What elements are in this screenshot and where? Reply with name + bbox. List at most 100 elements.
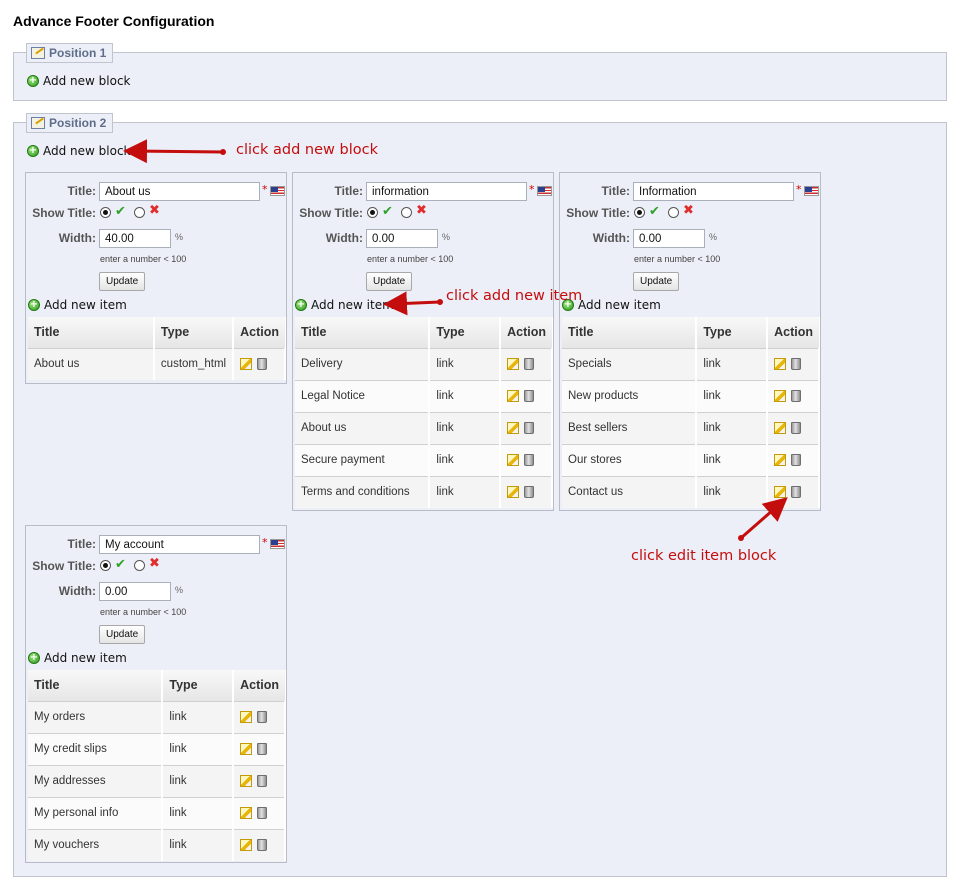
show-title-no-radio[interactable] bbox=[134, 560, 145, 571]
add-new-item-button[interactable]: + Add new item bbox=[295, 298, 394, 312]
required-marker: * bbox=[796, 183, 802, 196]
item-type: link bbox=[696, 443, 769, 476]
title-input[interactable] bbox=[366, 182, 527, 201]
required-marker: * bbox=[262, 183, 268, 196]
trash-icon[interactable] bbox=[791, 486, 802, 499]
item-actions bbox=[233, 700, 286, 733]
show-title-yes-radio[interactable] bbox=[634, 207, 645, 218]
items-table: Title Type Action Delivery link Legal No… bbox=[295, 317, 553, 508]
add-circle-icon: + bbox=[295, 299, 307, 311]
width-hint: enter a number < 100 bbox=[100, 607, 187, 617]
trash-icon[interactable] bbox=[791, 358, 802, 370]
edit-icon[interactable] bbox=[774, 422, 787, 434]
width-input[interactable] bbox=[99, 229, 171, 248]
update-button[interactable]: Update bbox=[99, 272, 146, 291]
update-button[interactable]: Update bbox=[99, 625, 146, 644]
item-actions bbox=[500, 379, 553, 412]
table-row: About us link bbox=[295, 411, 553, 444]
item-actions bbox=[500, 443, 553, 476]
title-input[interactable] bbox=[99, 535, 260, 554]
edit-icon[interactable] bbox=[507, 422, 520, 434]
edit-icon[interactable] bbox=[774, 454, 787, 466]
trash-icon[interactable] bbox=[791, 390, 802, 402]
item-title: My addresses bbox=[28, 764, 164, 797]
flag-us-icon[interactable] bbox=[270, 186, 285, 196]
table-row: My personal info link bbox=[28, 796, 286, 829]
trash-icon[interactable] bbox=[257, 358, 268, 371]
show-title-label: Show Title: bbox=[299, 206, 363, 220]
show-title-no-radio[interactable] bbox=[134, 207, 145, 218]
table-row: Delivery link bbox=[295, 347, 553, 380]
title-label: Title: bbox=[67, 537, 96, 551]
show-title-yes-radio[interactable] bbox=[100, 207, 111, 218]
trash-icon[interactable] bbox=[791, 422, 802, 434]
footer-block: Title: * Show Title: ✔ ✖ Width: % enter … bbox=[25, 172, 287, 384]
table-row: My orders link bbox=[28, 700, 286, 733]
item-title: Secure payment bbox=[295, 443, 431, 476]
annotation-edit-item: click edit item block bbox=[631, 548, 777, 564]
edit-icon[interactable] bbox=[774, 358, 787, 370]
update-button[interactable]: Update bbox=[633, 272, 680, 291]
edit-icon[interactable] bbox=[240, 743, 253, 755]
edit-icon[interactable] bbox=[774, 486, 787, 499]
trash-icon[interactable] bbox=[524, 358, 535, 370]
edit-icon[interactable] bbox=[507, 486, 520, 499]
width-input[interactable] bbox=[366, 229, 438, 248]
flag-us-icon[interactable] bbox=[270, 539, 285, 549]
edit-icon[interactable] bbox=[240, 775, 253, 787]
item-type: link bbox=[162, 700, 235, 733]
trash-icon[interactable] bbox=[257, 711, 268, 723]
edit-icon[interactable] bbox=[240, 839, 253, 852]
edit-icon[interactable] bbox=[507, 358, 520, 370]
flag-us-icon[interactable] bbox=[804, 186, 819, 196]
add-new-block-button[interactable]: + Add new block bbox=[27, 74, 131, 88]
trash-icon[interactable] bbox=[524, 486, 535, 499]
edit-icon[interactable] bbox=[240, 711, 253, 723]
position-1-fieldset: Position 1 + Add new block bbox=[13, 43, 947, 101]
footer-block: Title: * Show Title: ✔ ✖ Width: % enter … bbox=[292, 172, 554, 511]
trash-icon[interactable] bbox=[257, 807, 268, 819]
item-title: Terms and conditions bbox=[295, 475, 431, 508]
edit-icon[interactable] bbox=[240, 807, 253, 819]
column-header-title: Title bbox=[295, 317, 431, 348]
width-label: Width: bbox=[592, 231, 630, 245]
flag-us-icon[interactable] bbox=[537, 186, 552, 196]
items-table: Title Type Action About us custom_html bbox=[28, 317, 286, 380]
update-button[interactable]: Update bbox=[366, 272, 413, 291]
edit-icon[interactable] bbox=[240, 358, 253, 371]
add-new-item-button[interactable]: + Add new item bbox=[28, 298, 127, 312]
position-2-legend: Position 2 bbox=[26, 113, 114, 133]
edit-icon[interactable] bbox=[507, 454, 520, 466]
title-input[interactable] bbox=[633, 182, 794, 201]
width-input[interactable] bbox=[633, 229, 705, 248]
item-title: My personal info bbox=[28, 796, 164, 829]
required-marker: * bbox=[262, 536, 268, 549]
item-type: link bbox=[429, 379, 502, 412]
add-new-item-button[interactable]: + Add new item bbox=[28, 651, 127, 665]
item-actions bbox=[233, 347, 286, 380]
edit-icon[interactable] bbox=[507, 390, 520, 402]
trash-icon[interactable] bbox=[791, 454, 802, 466]
show-title-yes-radio[interactable] bbox=[367, 207, 378, 218]
table-row: My credit slips link bbox=[28, 732, 286, 765]
trash-icon[interactable] bbox=[524, 390, 535, 402]
show-title-no-radio[interactable] bbox=[401, 207, 412, 218]
item-type: link bbox=[696, 379, 769, 412]
trash-icon[interactable] bbox=[257, 775, 268, 787]
add-new-block-button[interactable]: + Add new block bbox=[27, 144, 131, 158]
edit-icon[interactable] bbox=[774, 390, 787, 402]
footer-block: Title: * Show Title: ✔ ✖ Width: % enter … bbox=[25, 525, 287, 863]
show-title-yes-radio[interactable] bbox=[100, 560, 111, 571]
trash-icon[interactable] bbox=[257, 839, 268, 852]
title-input[interactable] bbox=[99, 182, 260, 201]
width-input[interactable] bbox=[99, 582, 171, 601]
trash-icon[interactable] bbox=[524, 422, 535, 434]
trash-icon[interactable] bbox=[524, 454, 535, 466]
legend-edit-icon bbox=[31, 47, 45, 59]
trash-icon[interactable] bbox=[257, 743, 268, 755]
page-title: Advance Footer Configuration bbox=[13, 13, 215, 29]
show-title-no-radio[interactable] bbox=[668, 207, 679, 218]
item-type: link bbox=[162, 828, 235, 861]
column-header-title: Title bbox=[28, 317, 155, 348]
item-actions bbox=[500, 475, 553, 508]
